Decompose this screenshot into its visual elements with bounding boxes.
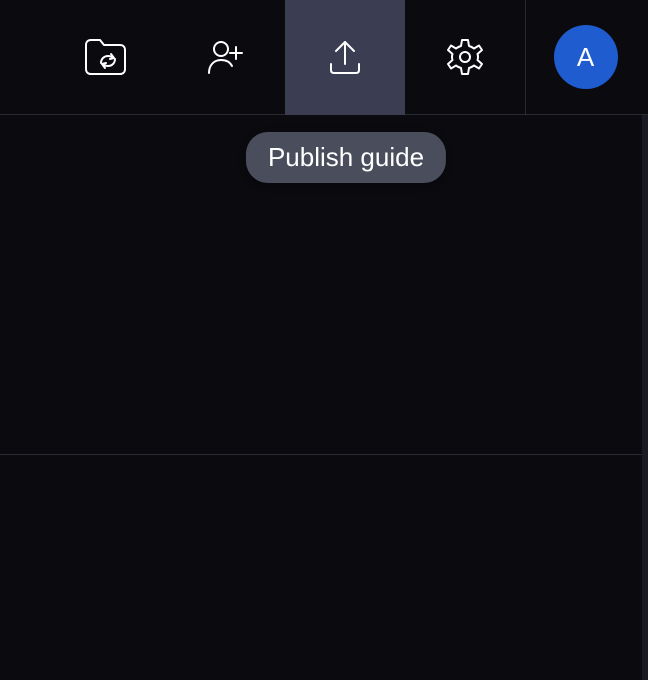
folder-sync-icon	[83, 37, 127, 77]
settings-button[interactable]	[405, 0, 525, 115]
avatar[interactable]: A	[554, 25, 618, 89]
avatar-container: A	[525, 0, 645, 115]
folder-sync-button[interactable]	[45, 0, 165, 115]
divider	[0, 454, 642, 455]
tooltip: Publish guide	[246, 132, 446, 183]
add-user-icon	[205, 37, 245, 77]
add-user-button[interactable]	[165, 0, 285, 115]
gear-icon	[445, 37, 485, 77]
upload-icon	[325, 37, 365, 77]
scrollbar[interactable]	[642, 115, 648, 680]
avatar-initial: A	[577, 42, 594, 73]
toolbar: A	[0, 0, 648, 115]
publish-button[interactable]	[285, 0, 405, 115]
tooltip-text: Publish guide	[268, 142, 424, 172]
